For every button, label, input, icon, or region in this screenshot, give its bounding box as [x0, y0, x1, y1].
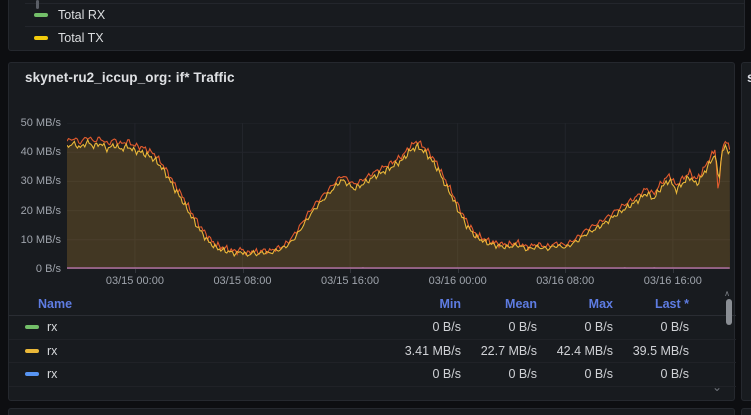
cell-last: 0 B/s — [660, 367, 690, 382]
y-tick-label: 20 MB/s — [20, 204, 61, 217]
x-tick-mark — [350, 269, 352, 273]
x-tick-label: 03/16 00:00 — [428, 275, 487, 287]
y-tick-label: 50 MB/s — [20, 117, 61, 129]
cell-last: 39.5 MB/s — [632, 343, 689, 358]
x-axis-labels: 03/15 00:00 03/15 08:00 03/15 16:00 03/16 0… — [67, 269, 730, 289]
series-color-swatch — [25, 372, 39, 377]
x-tick-label: 03/16 08:00 — [536, 275, 595, 287]
cell-min: 0 B/s — [432, 320, 462, 335]
legend-item-total-tx[interactable]: Total TX — [25, 26, 744, 49]
table-row[interactable]: rx 3.41 MB/s 22.7 MB/s 42.4 MB/s 39.5 MB/s — [9, 340, 736, 363]
scroll-down-chevron-icon: ⌄ — [712, 380, 723, 394]
y-tick-label: 0 B/s — [35, 263, 61, 275]
x-tick-label: 03/15 16:00 — [321, 275, 380, 287]
bottom-panel-sliver-right — [741, 408, 751, 415]
series-color-swatch — [34, 13, 48, 17]
x-tick-label: 03/15 00:00 — [105, 275, 164, 287]
traffic-panel: skynet-ru2_iccup_org: if* Traffic 50 MB/… — [8, 62, 736, 401]
x-tick-mark — [672, 269, 674, 273]
x-tick-mark — [565, 269, 567, 273]
y-tick-label: 30 MB/s — [20, 175, 61, 188]
series-name: rx — [47, 367, 58, 382]
cell-last: 0 B/s — [660, 320, 690, 335]
legend-item-label: Total RX — [58, 8, 106, 22]
series-color-swatch — [34, 36, 48, 40]
series-color-swatch — [25, 348, 39, 353]
x-tick-mark — [134, 269, 136, 273]
x-tick-label: 03/16 16:00 — [643, 275, 702, 287]
x-tick-mark — [242, 269, 244, 273]
legend-table-header: Name Min Mean Max Last * — [9, 293, 736, 316]
bottom-panel-sliver-left — [8, 408, 735, 415]
series-name-cell: rx — [25, 367, 385, 381]
y-tick-label: 40 MB/s — [20, 146, 61, 159]
scroll-up-caret-icon: ∧ — [724, 289, 730, 298]
x-tick-mark — [457, 269, 459, 273]
column-header-max[interactable]: Max — [537, 297, 613, 311]
traffic-chart[interactable] — [67, 123, 730, 269]
column-header-name[interactable]: Name — [25, 297, 385, 311]
column-header-min[interactable]: Min — [385, 297, 461, 311]
table-row[interactable]: rx 0 B/s 0 B/s 0 B/s 0 B/s — [9, 316, 736, 340]
dashboard: Total RX Total TX skynet-ru2_iccup_org: i… — [0, 0, 751, 415]
series-name: rx — [47, 343, 58, 358]
legend-table: Name Min Mean Max Last * rx 0 B/s 0 B/s 0 B/s 0 … — [9, 293, 736, 387]
right-panel-sliver: s — [741, 62, 751, 401]
cell-min: 3.41 MB/s — [404, 343, 461, 358]
table-row[interactable]: rx 0 B/s 0 B/s 0 B/s 0 B/s — [9, 363, 736, 387]
chart-canvas[interactable] — [67, 123, 730, 269]
cell-max: 0 B/s — [584, 320, 614, 335]
y-axis-labels: 50 MB/s 40 MB/s 30 MB/s 20 MB/s 10 MB/s 0 B/s — [9, 117, 61, 275]
cell-mean: 22.7 MB/s — [480, 343, 537, 358]
series-name: rx — [47, 320, 58, 335]
cell-max: 0 B/s — [584, 367, 614, 382]
series-name-cell: rx — [25, 320, 385, 334]
top-legend-panel: Total RX Total TX — [8, 0, 745, 51]
column-header-last[interactable]: Last * — [613, 297, 689, 311]
legend-item-total-rx[interactable]: Total RX — [25, 3, 744, 26]
cell-mean: 0 B/s — [508, 367, 538, 382]
scrollbar-thumb[interactable] — [36, 0, 39, 9]
column-header-mean[interactable]: Mean — [461, 297, 537, 311]
table-scrollbar-thumb[interactable] — [726, 299, 732, 325]
right-panel-title-fragment[interactable]: s — [747, 70, 751, 85]
series-color-swatch — [25, 325, 39, 330]
x-tick-label: 03/15 08:00 — [213, 275, 272, 287]
cell-mean: 0 B/s — [508, 320, 538, 335]
cell-min: 0 B/s — [432, 367, 462, 382]
y-tick-label: 10 MB/s — [20, 233, 61, 246]
series-name-cell: rx — [25, 344, 385, 358]
cell-max: 42.4 MB/s — [556, 343, 613, 358]
legend-item-label: Total TX — [58, 31, 104, 45]
panel-title[interactable]: skynet-ru2_iccup_org: if* Traffic — [25, 70, 235, 85]
